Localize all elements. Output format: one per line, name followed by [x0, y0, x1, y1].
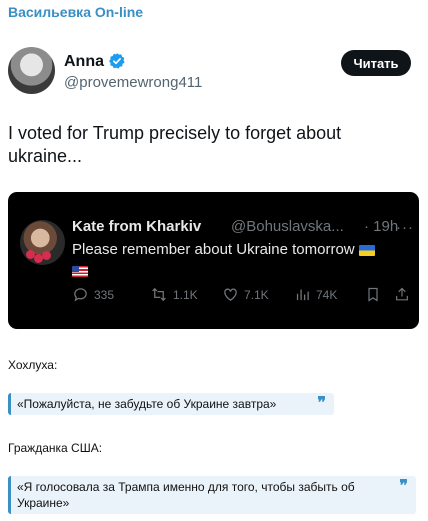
- us-flag-icon: [72, 265, 88, 277]
- quote-block-1: «Пожалуйста, не забудьте об Украине завт…: [8, 393, 334, 415]
- quote-block-2: «Я голосовала за Трампа именно для того,…: [8, 476, 416, 514]
- more-options-icon[interactable]: ···: [396, 219, 414, 236]
- channel-name[interactable]: Васильевка On-line: [8, 4, 143, 20]
- tweet-actions: 335 1.1K 7.1K 74K: [72, 286, 412, 306]
- like-action[interactable]: 7.1K: [222, 286, 269, 303]
- quoted-tweet-text: Please remember about Ukraine tomorrow: [72, 239, 408, 281]
- quoted-timestamp[interactable]: · 19h: [364, 218, 398, 235]
- repost-count: 1.1K: [173, 287, 198, 302]
- quote-text-1: «Пожалуйста, не забудьте об Украине завт…: [17, 397, 277, 411]
- quoted-tweet[interactable]: Kate from Kharkiv @Bohuslavska... · 19h …: [8, 192, 419, 329]
- quote-mark-icon: ❞: [317, 393, 326, 412]
- views-action[interactable]: 74K: [294, 286, 337, 303]
- views-chart-icon: [296, 289, 309, 301]
- heart-icon: [224, 288, 237, 301]
- ukraine-flag-icon: [358, 244, 375, 256]
- reply-action[interactable]: 335: [72, 286, 114, 303]
- reply-count: 335: [94, 287, 115, 302]
- quoted-text-body: Please remember about Ukraine tomorrow: [72, 241, 355, 258]
- avatar[interactable]: [8, 47, 55, 94]
- author-handle[interactable]: @provemewrong411: [64, 74, 202, 91]
- quoted-avatar[interactable]: [20, 220, 65, 265]
- author-name[interactable]: Anna: [64, 53, 104, 71]
- quoted-author-handle[interactable]: @Bohuslavska...: [231, 218, 344, 235]
- repost-action[interactable]: 1.1K: [150, 286, 198, 303]
- follow-button[interactable]: Читать: [341, 50, 411, 76]
- speaker-label-2: Гражданка США:: [8, 441, 103, 455]
- tweet-card[interactable]: Anna @provemewrong411 Читать I voted for…: [0, 28, 428, 347]
- bookmark-action[interactable]: [365, 286, 386, 303]
- reply-icon: [74, 288, 87, 302]
- views-count: 74K: [316, 287, 338, 302]
- share-icon: [396, 287, 408, 301]
- share-action[interactable]: [394, 286, 415, 303]
- bookmark-icon: [368, 287, 378, 302]
- tweet-text: I voted for Trump precisely to forget ab…: [8, 123, 342, 166]
- repost-icon: [152, 287, 166, 302]
- verified-badge-icon: [109, 53, 125, 69]
- quoted-author-name[interactable]: Kate from Kharkiv: [72, 218, 201, 235]
- like-count: 7.1K: [244, 287, 269, 302]
- speaker-label-1: Хохлуха:: [8, 358, 58, 372]
- quote-text-2: «Я голосовала за Трампа именно для того,…: [17, 480, 355, 510]
- quote-mark-icon: ❞: [399, 476, 408, 495]
